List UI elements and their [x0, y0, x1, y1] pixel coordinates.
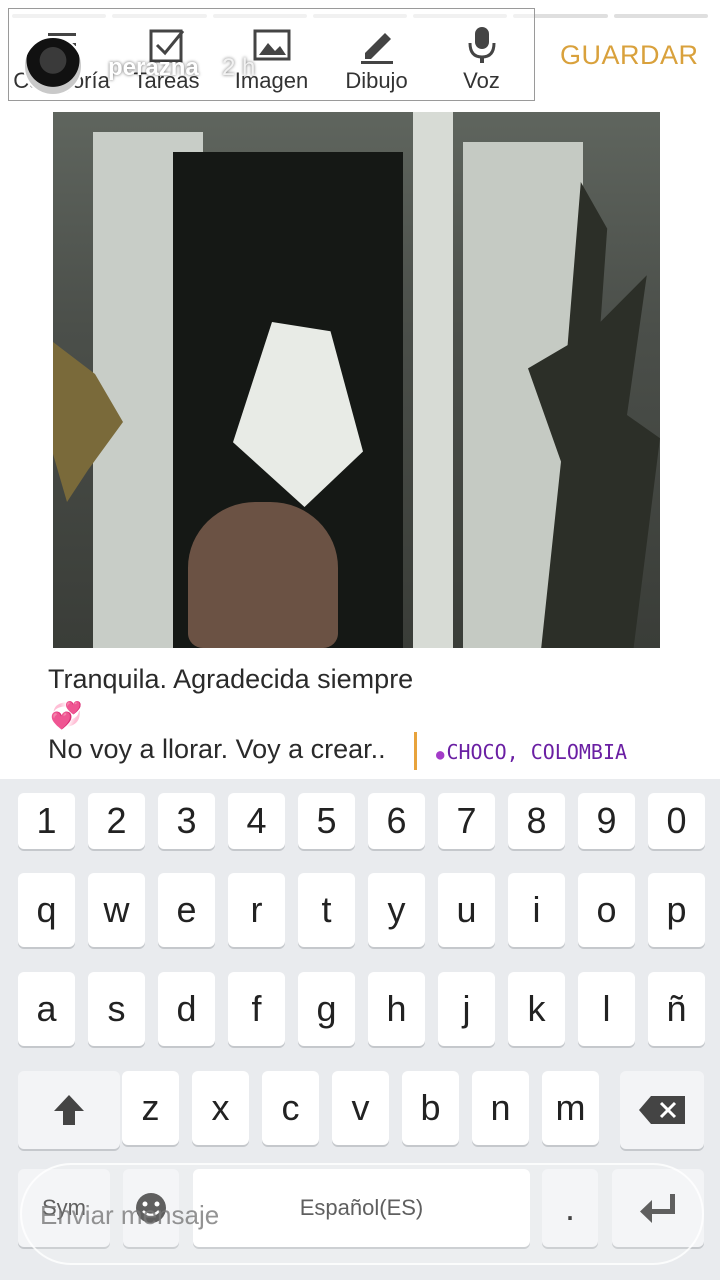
location-tag[interactable]: ● CHOCO, COLOMBIA [436, 740, 627, 764]
message-placeholder: Enviar mensaje [40, 1200, 220, 1230]
key-9[interactable]: 9 [578, 793, 635, 849]
key-t[interactable]: t [298, 873, 355, 947]
key-h[interactable]: h [368, 972, 425, 1046]
key-v[interactable]: v [332, 1071, 389, 1145]
microphone-icon [468, 27, 495, 63]
key-k[interactable]: k [508, 972, 565, 1046]
key-0[interactable]: 0 [648, 793, 705, 849]
toolbar-label: Dibujo [345, 68, 408, 93]
key-a[interactable]: a [18, 972, 75, 1046]
key-r[interactable]: r [228, 873, 285, 947]
key-8[interactable]: 8 [508, 793, 565, 849]
key-l[interactable]: l [578, 972, 635, 1046]
shift-arrow-icon [54, 1095, 84, 1125]
heart-emoji: 💞 [50, 700, 83, 730]
image-icon [253, 29, 290, 61]
location-pin-icon: ● [436, 747, 445, 763]
caption-line: No voy a llorar. Voy a crear.. [48, 734, 386, 764]
key-p[interactable]: p [648, 873, 705, 947]
shift-key[interactable] [18, 1071, 120, 1149]
key-f[interactable]: f [228, 972, 285, 1046]
key-m[interactable]: m [542, 1071, 599, 1145]
key-i[interactable]: i [508, 873, 565, 947]
progress-segment [613, 14, 708, 18]
key-3[interactable]: 3 [158, 793, 215, 849]
key-x[interactable]: x [192, 1071, 249, 1145]
key-1[interactable]: 1 [18, 793, 75, 849]
key-j[interactable]: j [438, 972, 495, 1046]
key-y[interactable]: y [368, 873, 425, 947]
key-s[interactable]: s [88, 972, 145, 1046]
key-4[interactable]: 4 [228, 793, 285, 849]
text-cursor [414, 732, 417, 770]
story-timestamp: 2 h [222, 54, 256, 81]
note-toolbar: Categoría Tareas Imagen Dibujo Voz [8, 8, 535, 101]
location-label: CHOCO, COLOMBIA [446, 740, 628, 764]
key-c[interactable]: c [262, 1071, 319, 1145]
key-5[interactable]: 5 [298, 793, 355, 849]
key-g[interactable]: g [298, 972, 355, 1046]
key-n[interactable]: n [472, 1071, 529, 1145]
caption-line: Tranquila. Agradecida siempre [48, 664, 414, 694]
backspace-icon [639, 1096, 685, 1124]
toolbar-item-voz[interactable]: Voz [429, 9, 534, 100]
toolbar-label: Voz [463, 68, 500, 93]
avatar[interactable] [23, 36, 83, 96]
key-ñ[interactable]: ñ [648, 972, 705, 1046]
key-7[interactable]: 7 [438, 793, 495, 849]
key-q[interactable]: q [18, 873, 75, 947]
key-d[interactable]: d [158, 972, 215, 1046]
story-username[interactable]: perazna [108, 54, 199, 82]
backspace-key[interactable] [620, 1071, 704, 1149]
save-button[interactable]: GUARDAR [560, 40, 699, 71]
story-photo [53, 112, 660, 648]
key-z[interactable]: z [122, 1071, 179, 1145]
key-2[interactable]: 2 [88, 793, 145, 849]
toolbar-item-dibujo[interactable]: Dibujo [324, 9, 429, 100]
key-o[interactable]: o [578, 873, 635, 947]
key-u[interactable]: u [438, 873, 495, 947]
pencil-icon [360, 33, 393, 64]
key-b[interactable]: b [402, 1071, 459, 1145]
key-6[interactable]: 6 [368, 793, 425, 849]
key-e[interactable]: e [158, 873, 215, 947]
key-w[interactable]: w [88, 873, 145, 947]
